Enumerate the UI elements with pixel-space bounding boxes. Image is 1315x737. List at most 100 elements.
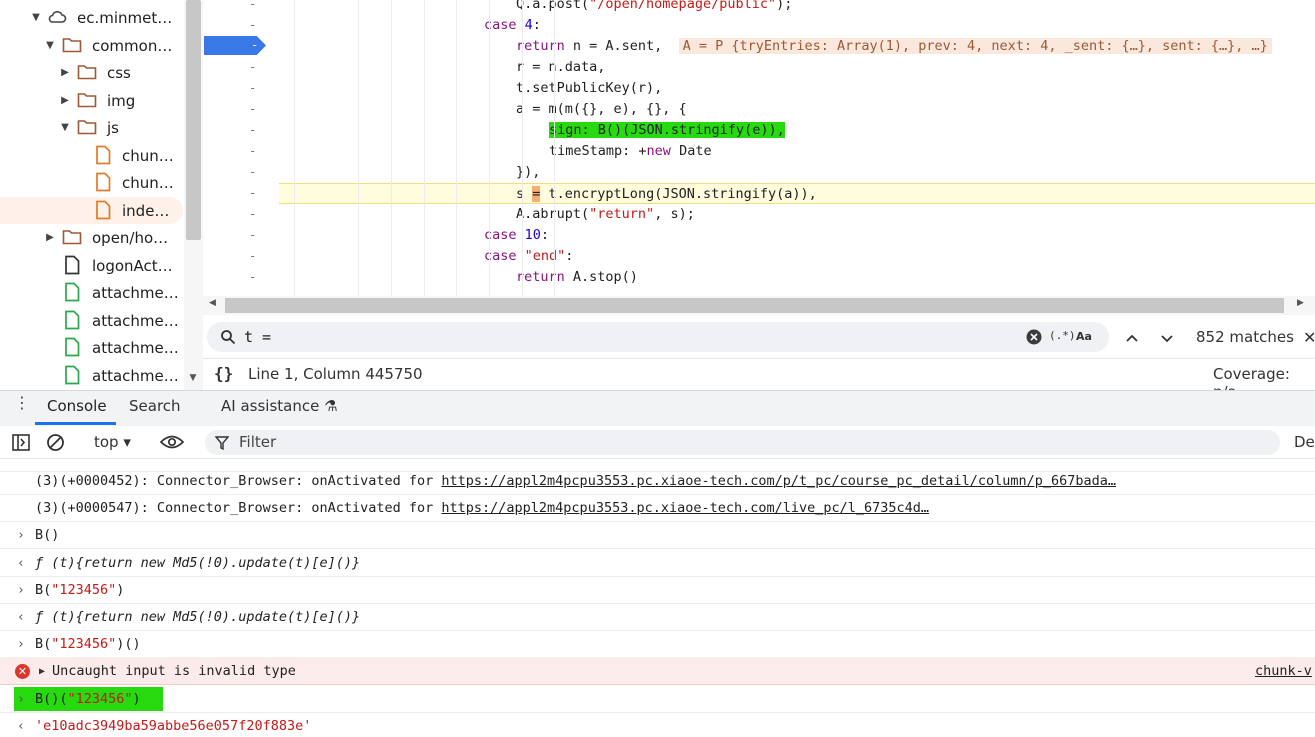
pretty-print-icon[interactable]: {}: [214, 364, 233, 383]
resource-file-icon: [65, 365, 80, 385]
filter-icon: [215, 436, 229, 450]
scroll-right-arrow-icon[interactable]: ▶: [1297, 298, 1304, 308]
context-selector[interactable]: top ▾: [94, 433, 131, 451]
console-result-function: ‹ ƒ (t){return new Md5(!0).update(t)[e]()…: [0, 550, 1315, 577]
eye-icon[interactable]: [160, 434, 184, 450]
code-token: :: [532, 17, 541, 33]
indent-guide: [522, 0, 523, 296]
code-token: 10: [524, 227, 541, 243]
log-url-link[interactable]: https://appl2m4pcpu3553.pc.xiaoe-tech.co…: [441, 500, 929, 516]
expanded-arrow-icon[interactable]: ▼: [31, 12, 41, 23]
script-file-icon: [96, 200, 111, 220]
code-line: sign: B()(JSON.stringify(e)),: [279, 120, 1315, 141]
function-result-text: ƒ (t){return new Md5(!0).update(t)[e]()}: [35, 609, 361, 625]
gutter-line-marker[interactable]: -: [249, 270, 259, 284]
tab-ai-assistance[interactable]: AI assistance ⚗: [221, 397, 338, 415]
breakpoint-marker[interactable]: -: [204, 36, 266, 55]
sidebar-toggle-icon[interactable]: [12, 434, 30, 451]
code-line: case "end":: [279, 246, 1315, 267]
horizontal-scrollbar-thumb[interactable]: [225, 298, 1284, 313]
gutter-line-marker[interactable]: -: [249, 81, 259, 95]
collapsed-arrow-icon[interactable]: ▶: [45, 232, 55, 243]
tree-item[interactable]: ▼ ec.minmet…: [0, 4, 183, 31]
match-case-button[interactable]: Aa: [1076, 330, 1092, 343]
search-input[interactable]: t =: [244, 328, 271, 346]
code-line: A.abrupt("return", s);: [279, 204, 1315, 225]
folder-icon: [62, 230, 82, 245]
expanded-arrow-icon[interactable]: ▼: [60, 122, 70, 133]
tree-item[interactable]: ▶ open/ho…: [0, 224, 183, 251]
tree-item[interactable]: attachme…: [0, 334, 183, 361]
code-token: return: [516, 38, 573, 54]
gutter-line-marker[interactable]: -: [249, 165, 259, 179]
gutter-line-marker[interactable]: -: [249, 249, 259, 263]
code-token: ): [116, 582, 125, 598]
gutter-line-marker[interactable]: -: [249, 207, 259, 221]
indent-guide: [554, 0, 555, 296]
code-token: "/open/homepage/public": [589, 0, 777, 12]
tree-item[interactable]: attachme…: [0, 279, 183, 306]
console-log-message: (3)(+0000547): Connector_Browser: onActi…: [0, 495, 1315, 522]
console-filter-input[interactable]: Filter: [239, 433, 276, 451]
gutter-line-marker[interactable]: -: [249, 123, 259, 137]
more-options-icon[interactable]: ⋮: [14, 395, 30, 418]
next-match-icon[interactable]: [1159, 330, 1175, 346]
tree-item[interactable]: inde…: [0, 197, 183, 224]
error-source-link[interactable]: chunk-v: [1255, 658, 1312, 685]
tree-item[interactable]: attachme…: [0, 307, 183, 334]
tree-item-label: common…: [92, 36, 173, 55]
gutter-line-marker[interactable]: -: [249, 0, 259, 11]
collapsed-arrow-icon[interactable]: ▶: [60, 95, 70, 106]
tab-search[interactable]: Search: [129, 397, 181, 415]
code-editor[interactable]: - - - - - - - - - - - - - - Q.a.post("/open/homepage…: [203, 0, 1315, 316]
inline-variable-value: A = P {tryEntries: Array(1), prev: 4, ne…: [678, 38, 1272, 54]
regex-toggle-button[interactable]: (.*): [1049, 329, 1076, 342]
code-token: a = m(m({}, e), {}, {: [516, 101, 687, 117]
match-count: 852 matches: [1196, 328, 1294, 346]
console-input-text: B()("123456"): [35, 686, 141, 713]
log-url-link[interactable]: https://appl2m4pcpu3553.pc.xiaoe-tech.co…: [441, 473, 1116, 489]
script-file-icon: [96, 172, 111, 192]
gutter-line-marker[interactable]: -: [249, 18, 259, 32]
tree-scrollbar-thumb[interactable]: [186, 0, 201, 240]
tree-item[interactable]: ▶ img: [0, 87, 183, 114]
tree-item[interactable]: chun…: [0, 142, 183, 169]
code-token: :: [565, 248, 574, 264]
gutter-line-marker[interactable]: -: [249, 144, 259, 158]
code-token: new: [646, 143, 680, 159]
code-line: case 4:: [279, 15, 1315, 36]
code-token: B(: [35, 636, 52, 652]
clear-search-icon[interactable]: [1026, 329, 1042, 345]
code-token: :: [540, 227, 550, 243]
tree-item[interactable]: attachme…: [0, 362, 183, 389]
code-token: case: [484, 17, 525, 33]
expanded-arrow-icon[interactable]: ▼: [45, 40, 55, 51]
tab-console[interactable]: Console: [47, 397, 107, 415]
log-levels-dropdown[interactable]: De: [1294, 433, 1315, 451]
search-input-box[interactable]: [207, 322, 1109, 352]
console-filter-box[interactable]: [205, 430, 1280, 455]
tree-item[interactable]: ▼ js: [0, 114, 183, 141]
tree-item[interactable]: chun…: [0, 169, 183, 196]
scroll-left-arrow-icon[interactable]: ◀: [209, 298, 216, 308]
tree-item-label: attachme…: [92, 366, 179, 385]
previous-match-icon[interactable]: [1124, 330, 1140, 346]
expand-arrow-icon[interactable]: ▶: [39, 658, 45, 685]
tree-item-label: attachme…: [92, 338, 179, 357]
gutter-line-marker[interactable]: -: [249, 228, 259, 242]
cloud-icon: [48, 11, 67, 23]
code-token: s: [516, 186, 533, 202]
collapsed-arrow-icon[interactable]: ▶: [60, 67, 70, 78]
tree-item[interactable]: ▶ css: [0, 59, 183, 86]
gutter-line-marker[interactable]: -: [249, 186, 259, 200]
indent-guide: [358, 0, 359, 296]
tree-item[interactable]: logonAct…: [0, 252, 183, 279]
gutter-line-marker[interactable]: -: [249, 102, 259, 116]
gutter-line-marker[interactable]: -: [249, 60, 259, 74]
close-search-button[interactable]: ✕: [1303, 328, 1315, 347]
folder-icon: [77, 93, 97, 108]
clear-console-icon[interactable]: [46, 433, 65, 452]
tree-item[interactable]: ▼ common…: [0, 32, 183, 59]
resource-file-icon: [65, 337, 80, 357]
scroll-down-arrow-icon[interactable]: ▼: [187, 372, 199, 384]
